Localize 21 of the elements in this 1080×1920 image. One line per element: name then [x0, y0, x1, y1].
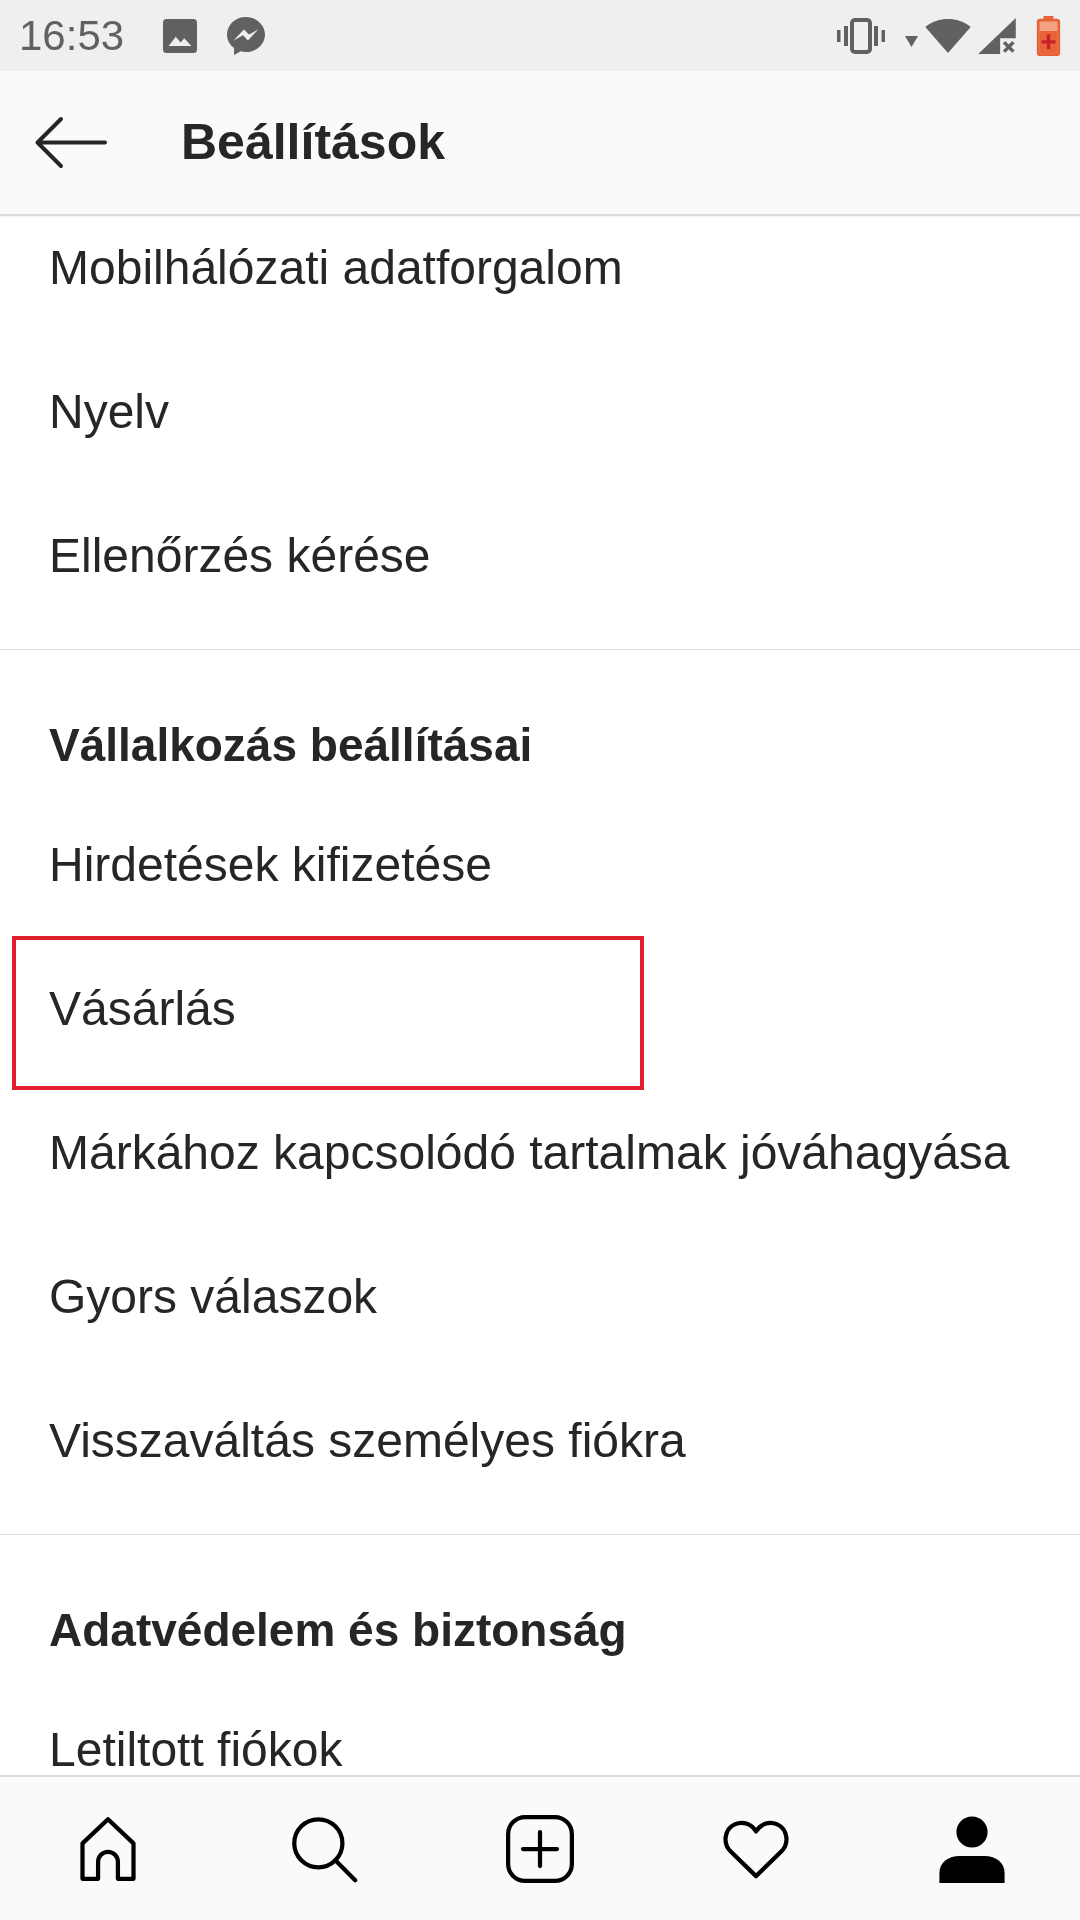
chat-bubble-icon: [227, 16, 266, 55]
page-title: Beállítások: [181, 115, 445, 170]
image-icon: [163, 18, 198, 53]
arrow-left-icon: [34, 116, 107, 169]
signal-icon: [978, 17, 1016, 54]
settings-item[interactable]: Hirdetések kifizetése: [49, 841, 492, 889]
back-button[interactable]: [34, 116, 107, 169]
vibrate-icon: [837, 17, 885, 54]
settings-item[interactable]: Vásárlás: [49, 985, 236, 1033]
settings-item[interactable]: Márkához kapcsolódó tartalmak jóváhagyása: [49, 1129, 1010, 1177]
battery-icon: [1036, 15, 1061, 56]
wifi-icon: [925, 18, 971, 53]
settings-item[interactable]: Letiltott fiókok: [49, 1726, 343, 1774]
settings-item[interactable]: Ellenőrzés kérése: [49, 532, 431, 580]
triangle-icon: [905, 36, 918, 47]
clock-text: 16:53: [19, 14, 125, 57]
settings-item[interactable]: Gyors válaszok: [49, 1273, 378, 1321]
settings-item[interactable]: Nyelv: [49, 388, 170, 436]
settings-item[interactable]: Mobilhálózati adatforgalom: [49, 244, 623, 292]
settings-item[interactable]: Visszaváltás személyes fiókra: [49, 1417, 686, 1465]
section-heading: Vállalkozás beállításai: [49, 721, 533, 768]
